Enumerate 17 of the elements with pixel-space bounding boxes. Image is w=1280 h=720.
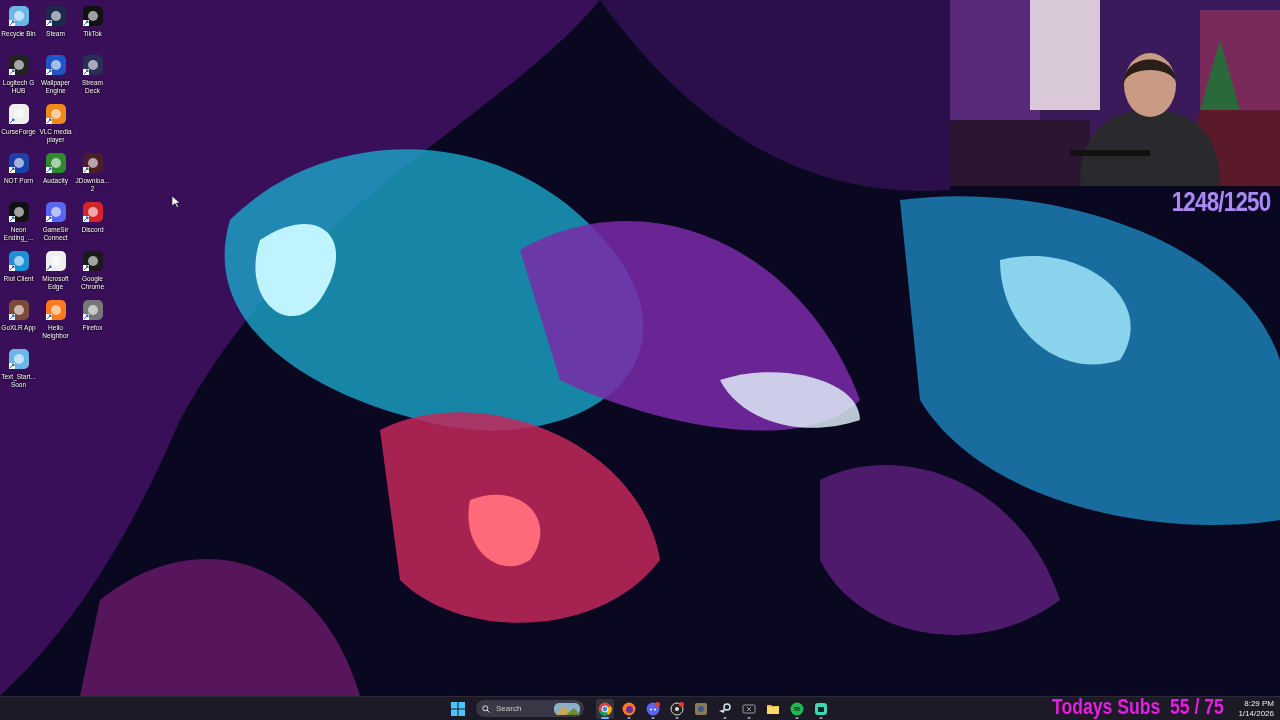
music-icon [790, 701, 804, 716]
browser-icon [622, 701, 636, 716]
search-bar[interactable]: Search [476, 700, 584, 717]
running-indicator [601, 716, 609, 719]
game-icon [694, 701, 708, 716]
record-icon [670, 701, 684, 716]
app-icon [814, 701, 828, 716]
browser-icon [598, 701, 612, 716]
search-icon [482, 704, 490, 713]
subs-counter: Todays Subs 55 / 75 [1052, 694, 1224, 720]
start-icon[interactable] [450, 700, 466, 717]
chat-icon [646, 701, 660, 716]
search-field[interactable]: Search [494, 703, 550, 714]
taskbar-app-button[interactable] [596, 698, 614, 719]
clock-date: 1/14/2026 [1238, 708, 1274, 719]
clock-time: 8:29 PM [1244, 698, 1274, 709]
close-box-icon [742, 701, 756, 716]
